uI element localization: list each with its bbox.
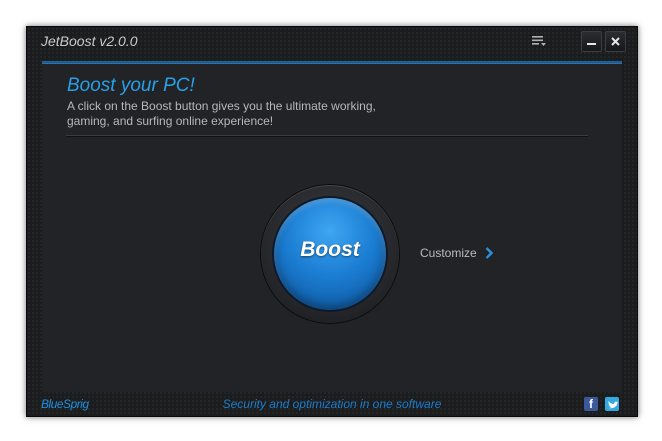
app-window: JetBoost v2.0.0 Boost your PC! A click o…: [26, 26, 638, 417]
facebook-icon[interactable]: f: [584, 397, 598, 411]
footer: BlueSprig Security and optimization in o…: [27, 393, 637, 416]
minimize-icon: [587, 43, 596, 45]
customize-label: Customize: [420, 246, 477, 260]
minimize-button[interactable]: [581, 31, 602, 52]
page-title: Boost your PC!: [67, 75, 195, 96]
divider: [66, 135, 588, 137]
tagline: Security and optimization in one softwar…: [222, 397, 442, 411]
customize-link[interactable]: Customize: [420, 246, 493, 260]
close-button[interactable]: [605, 31, 626, 52]
boost-button-ring: Boost: [261, 185, 399, 323]
title-bar[interactable]: JetBoost v2.0.0: [27, 27, 637, 55]
description-text: A click on the Boost button gives you th…: [67, 99, 376, 128]
app-title: JetBoost v2.0.0: [41, 33, 138, 49]
twitter-icon[interactable]: [605, 397, 619, 411]
main-panel: Boost your PC! A click on the Boost butt…: [42, 61, 622, 392]
menu-icon[interactable]: [531, 33, 547, 49]
close-icon: [611, 37, 620, 46]
chevron-right-icon: [485, 247, 493, 259]
boost-button-label: Boost: [300, 238, 360, 261]
boost-button[interactable]: Boost: [274, 198, 386, 310]
